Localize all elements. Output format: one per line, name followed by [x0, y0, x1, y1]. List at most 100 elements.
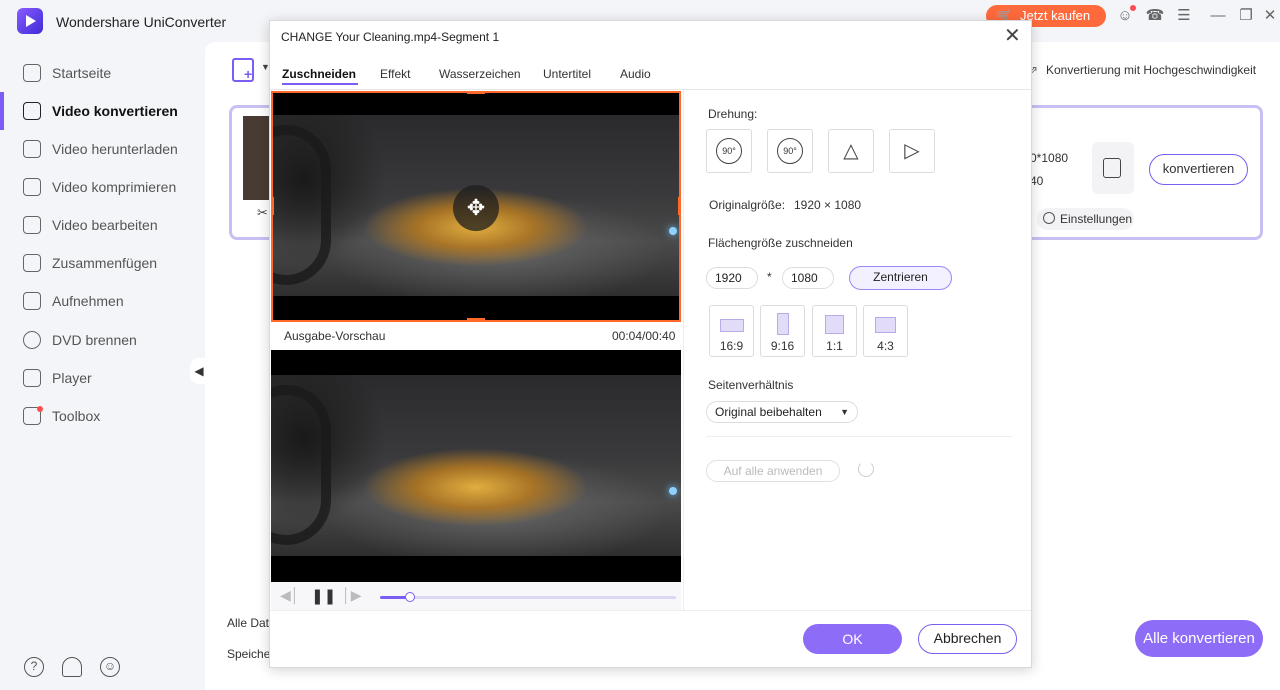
- crop-area-size-label: Flächengröße zuschneiden: [708, 236, 853, 250]
- footer-divider: [270, 610, 1031, 611]
- tab-untertitel[interactable]: Untertitel: [543, 67, 591, 81]
- ratio-label: 16:9: [719, 339, 744, 353]
- pause-icon[interactable]: ❚❚: [311, 587, 336, 605]
- close-icon[interactable]: ✕: [1004, 26, 1021, 46]
- tab-effekt[interactable]: Effekt: [380, 67, 410, 81]
- crop-handle-right[interactable]: [678, 197, 681, 215]
- rotate-counterclockwise-icon: 90°: [777, 138, 803, 164]
- all-files-label: Alle Dat: [227, 616, 270, 630]
- rotate-counterclockwise-button[interactable]: 90°: [767, 129, 813, 173]
- sidebar-item-dvd-brennen[interactable]: DVD brennen: [0, 321, 205, 359]
- apply-to-all-button[interactable]: Auf alle anwenden: [706, 460, 840, 482]
- help-icon[interactable]: ?: [24, 657, 44, 677]
- home-icon: [23, 64, 41, 82]
- multiply-sign: *: [767, 270, 772, 284]
- record-icon: [23, 292, 41, 310]
- headset-icon[interactable]: ☎: [1145, 6, 1165, 26]
- tab-wasserzeichen[interactable]: Wasserzeichen: [439, 67, 521, 81]
- sidebar-item-video-bearbeiten[interactable]: Video bearbeiten: [0, 206, 205, 244]
- playback-progress[interactable]: [380, 592, 676, 602]
- sidebar-item-startseite[interactable]: Startseite: [0, 54, 205, 92]
- light-spot: [669, 487, 677, 495]
- sidebar-item-zusammenfuegen[interactable]: Zusammenfügen: [0, 244, 205, 282]
- flip-vertical-icon: ▷: [904, 140, 920, 162]
- rotation-label: Drehung:: [708, 107, 758, 121]
- rotate-clockwise-icon: 90°: [716, 138, 742, 164]
- maximize-icon[interactable]: ❐: [1236, 6, 1256, 26]
- sidebar-item-label: Toolbox: [52, 408, 101, 424]
- next-frame-icon[interactable]: │▶: [342, 587, 362, 604]
- crop-handle-left[interactable]: [271, 197, 274, 215]
- toolbox-notification-dot: [37, 406, 43, 412]
- ratio-4-3-button[interactable]: 4:3: [863, 305, 908, 357]
- scissors-icon[interactable]: ✂: [257, 205, 268, 221]
- merge-icon: [23, 254, 41, 272]
- gear-icon: [1043, 212, 1055, 224]
- crop-width-input[interactable]: 1920: [706, 267, 758, 289]
- add-file-icon[interactable]: [232, 58, 254, 82]
- output-settings-button[interactable]: [1092, 142, 1134, 194]
- settings-label: Einstellungen: [1060, 212, 1133, 226]
- crop-handle-top[interactable]: [467, 91, 485, 94]
- sidebar-item-aufnehmen[interactable]: Aufnehmen: [0, 282, 205, 320]
- aspect-ratio-value: Original beibehalten: [715, 405, 822, 419]
- sidebar-item-video-konvertieren[interactable]: Video konvertieren: [0, 92, 205, 130]
- sidebar-item-label: Startseite: [52, 65, 112, 81]
- sidebar-item-toolbox[interactable]: Toolbox: [0, 397, 205, 435]
- chevron-down-icon: ▼: [840, 407, 849, 417]
- convert-icon: [23, 102, 41, 120]
- aspect-ratio-select[interactable]: Original beibehalten ▼: [706, 401, 858, 423]
- sidebar-item-player[interactable]: Player: [0, 359, 205, 397]
- feedback-icon[interactable]: ☺: [100, 657, 120, 677]
- save-location-label: Speiche: [227, 647, 271, 661]
- app-title: Wondershare UniConverter: [56, 14, 227, 30]
- flip-vertical-button[interactable]: ▷: [889, 129, 935, 173]
- ratio-label: 9:16: [770, 339, 795, 353]
- play-icon: [23, 369, 41, 387]
- ratio-landscape-icon: [720, 319, 744, 332]
- divider: [706, 436, 1012, 437]
- aspect-ratio-label: Seitenverhältnis: [708, 378, 794, 392]
- output-preview-label: Ausgabe-Vorschau: [284, 329, 386, 343]
- scissors-icon: [23, 216, 41, 234]
- minimize-icon[interactable]: —: [1208, 6, 1228, 26]
- dvd-icon: [23, 331, 41, 349]
- output-resolution: 0*1080: [1030, 151, 1069, 165]
- convert-button[interactable]: konvertieren: [1149, 154, 1248, 185]
- center-button[interactable]: Zentrieren: [849, 266, 952, 290]
- previous-frame-icon[interactable]: ◀│: [280, 587, 300, 604]
- ratio-16-9-button[interactable]: 16:9: [709, 305, 754, 357]
- crop-height-input[interactable]: 1080: [782, 267, 834, 289]
- ratio-1-1-button[interactable]: 1:1: [812, 305, 857, 357]
- sidebar-item-label: Player: [52, 370, 92, 386]
- sidebar-item-video-herunterladen[interactable]: Video herunterladen: [0, 130, 205, 168]
- convert-all-button[interactable]: Alle konvertieren: [1135, 620, 1263, 657]
- original-size-value: 1920 × 1080: [794, 198, 862, 212]
- flip-horizontal-button[interactable]: △: [828, 129, 874, 173]
- menu-icon[interactable]: ☰: [1174, 6, 1194, 26]
- sidebar-item-video-komprimieren[interactable]: Video komprimieren: [0, 168, 205, 206]
- sidebar-item-label: Video herunterladen: [52, 141, 178, 157]
- move-icon[interactable]: ✥: [453, 185, 499, 231]
- progress-knob[interactable]: [404, 592, 415, 602]
- tab-zuschneiden[interactable]: Zuschneiden: [282, 67, 356, 81]
- ratio-label: 1:1: [826, 339, 843, 353]
- output-detail: 40: [1030, 174, 1044, 188]
- ok-button[interactable]: OK: [803, 624, 902, 654]
- ratio-9-16-button[interactable]: 9:16: [760, 305, 805, 357]
- ratio-square-icon: [825, 315, 844, 334]
- tab-audio[interactable]: Audio: [620, 67, 651, 81]
- reset-icon[interactable]: [858, 461, 874, 477]
- close-window-icon[interactable]: ✕: [1260, 6, 1280, 26]
- cancel-button[interactable]: Abbrechen: [918, 624, 1017, 654]
- rotate-clockwise-button[interactable]: 90°: [706, 129, 752, 173]
- flip-horizontal-icon: △: [843, 140, 859, 162]
- ratio-label: 4:3: [877, 339, 894, 353]
- bell-icon[interactable]: [62, 657, 82, 677]
- sidebar-item-label: Zusammenfügen: [52, 255, 158, 271]
- high-speed-conversion-label[interactable]: Konvertierung mit Hochgeschwindigkeit: [1046, 63, 1256, 77]
- app-logo: [17, 8, 43, 34]
- crop-handle-bottom[interactable]: [467, 318, 485, 321]
- ratio-portrait-icon: [777, 313, 789, 335]
- crop-dialog: CHANGE Your Cleaning.mp4-Segment 1 ✕ Zus…: [269, 20, 1032, 668]
